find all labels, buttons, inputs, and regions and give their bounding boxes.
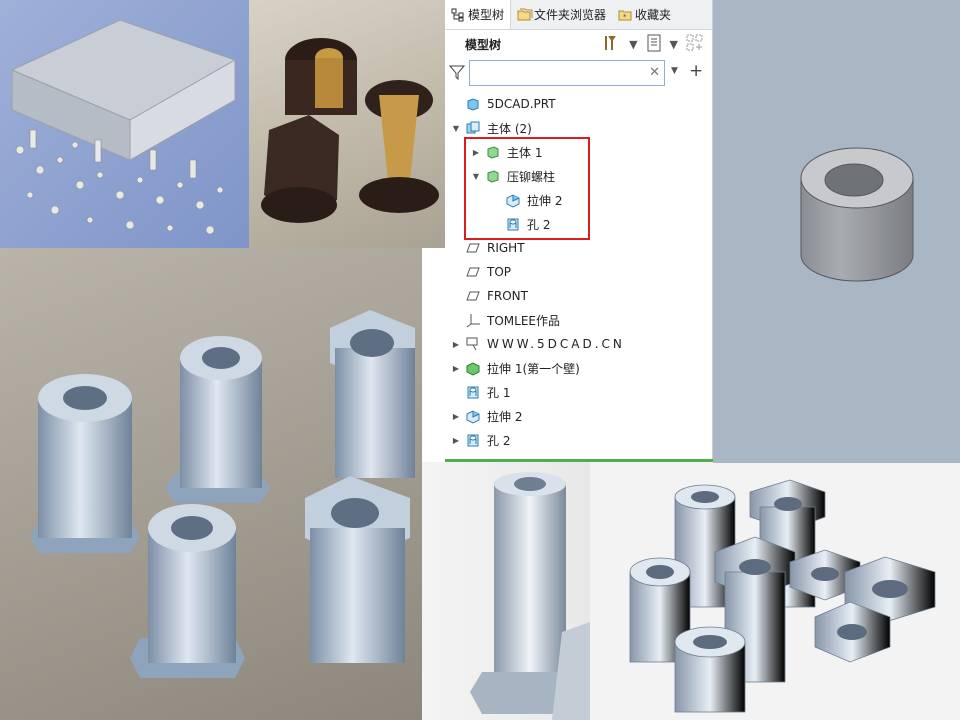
svg-text:*: * <box>623 13 627 21</box>
brass-inserts-photo <box>249 0 445 248</box>
cylinder-standoff-3d-model <box>800 147 914 282</box>
tab-model-tree[interactable]: 模型树 <box>445 0 512 29</box>
bodies-icon <box>465 120 481 136</box>
hex-standoff-group-photo <box>590 462 960 720</box>
tab-model-tree-label: 模型树 <box>468 8 505 22</box>
datum-plane-icon <box>465 288 481 304</box>
show-dropdown-icon[interactable]: ▼ <box>670 38 678 51</box>
collapse-arrow-icon[interactable]: ▼ <box>451 124 461 133</box>
tab-folder-browser-label: 文件夹浏览器 <box>534 8 607 22</box>
expand-arrow-icon[interactable]: ▶ <box>451 412 461 421</box>
datum-plane-icon <box>465 240 481 256</box>
expand-arrow-icon[interactable]: ▶ <box>451 436 461 445</box>
tree-item-label: 拉伸 1(第一个壁) <box>487 361 580 376</box>
annotation-icon <box>465 336 481 352</box>
panel-toolbar: ▼ ▼ <box>603 34 704 55</box>
tree-columns-icon[interactable] <box>686 34 704 55</box>
folder-icon <box>517 8 533 22</box>
add-icon[interactable]: + <box>689 61 703 81</box>
tree-item-label: 孔 2 <box>487 433 511 448</box>
tab-folder-browser[interactable]: 文件夹浏览器 <box>511 0 612 29</box>
3d-viewport[interactable] <box>713 0 960 463</box>
tree-item[interactable]: ▶ WWW.5DCAD.CN <box>445 332 713 356</box>
extrude-green-icon <box>465 360 481 376</box>
tree-item-label: 5DCAD.PRT <box>487 97 556 111</box>
tree-item[interactable]: 5DCAD.PRT <box>445 92 713 116</box>
tree-item-label: RIGHT <box>487 241 525 255</box>
show-options-icon[interactable] <box>646 34 662 55</box>
tree-item-label: TOP <box>487 265 512 279</box>
tab-favorites[interactable]: * 收藏夹 <box>612 0 677 29</box>
highlight-box <box>464 137 590 240</box>
favorites-icon: * <box>618 8 632 22</box>
tree-item-label: 拉伸 2 <box>487 409 523 424</box>
clear-filter-icon[interactable]: ✕ <box>649 65 660 80</box>
hole-icon <box>465 384 481 400</box>
tree-item[interactable]: FRONT <box>445 284 713 308</box>
model-tree-icon <box>451 8 465 22</box>
chassis-photo <box>0 0 249 248</box>
settings-tools-icon[interactable] <box>603 34 621 55</box>
tree-item-label: WWW.5DCAD.CN <box>487 337 625 351</box>
tree-item-label: TOMLEE作品 <box>487 313 560 328</box>
tab-favorites-label: 收藏夹 <box>635 8 672 22</box>
filter-icon[interactable] <box>448 64 466 84</box>
tree-item-label: 主体 (2) <box>487 121 532 136</box>
expand-arrow-icon[interactable]: ▶ <box>451 340 461 349</box>
single-standoff-photo <box>422 462 590 720</box>
panel-tabs: 模型树 文件夹浏览器 * 收藏夹 <box>445 0 712 30</box>
extrude-icon <box>465 408 481 424</box>
tree-item[interactable]: ▶ 拉伸 1(第一个壁) <box>445 356 713 380</box>
tree-item[interactable]: 孔 1 <box>445 380 713 404</box>
datum-plane-icon <box>465 264 481 280</box>
filter-dropdown-icon[interactable]: ▼ <box>671 66 678 76</box>
tree-item-label: FRONT <box>487 289 528 303</box>
filter-bar: ✕ ▼ + <box>448 60 707 86</box>
part-icon <box>465 96 481 112</box>
model-tree-panel: 模型树 文件夹浏览器 * 收藏夹 模型树 ▼ ▼ ✕ ▼ + 5DCAD.PRT… <box>445 0 713 462</box>
zinc-standoffs-photo <box>0 248 422 720</box>
tree-item[interactable]: ▶ 孔 2 <box>445 428 713 452</box>
panel-title: 模型树 <box>465 38 502 52</box>
tree-item[interactable]: TOMLEE作品 <box>445 308 713 332</box>
tree-item[interactable]: ▶ 拉伸 2 <box>445 404 713 428</box>
hole-icon <box>465 432 481 448</box>
coordinate-system-icon <box>465 312 481 328</box>
tree-item-label: 孔 1 <box>487 385 511 400</box>
tree-item[interactable]: TOP <box>445 260 713 284</box>
expand-arrow-icon[interactable]: ▶ <box>451 364 461 373</box>
panel-bottom-accent <box>445 459 713 462</box>
filter-input[interactable]: ✕ <box>469 60 665 86</box>
settings-dropdown-icon[interactable]: ▼ <box>629 38 637 51</box>
